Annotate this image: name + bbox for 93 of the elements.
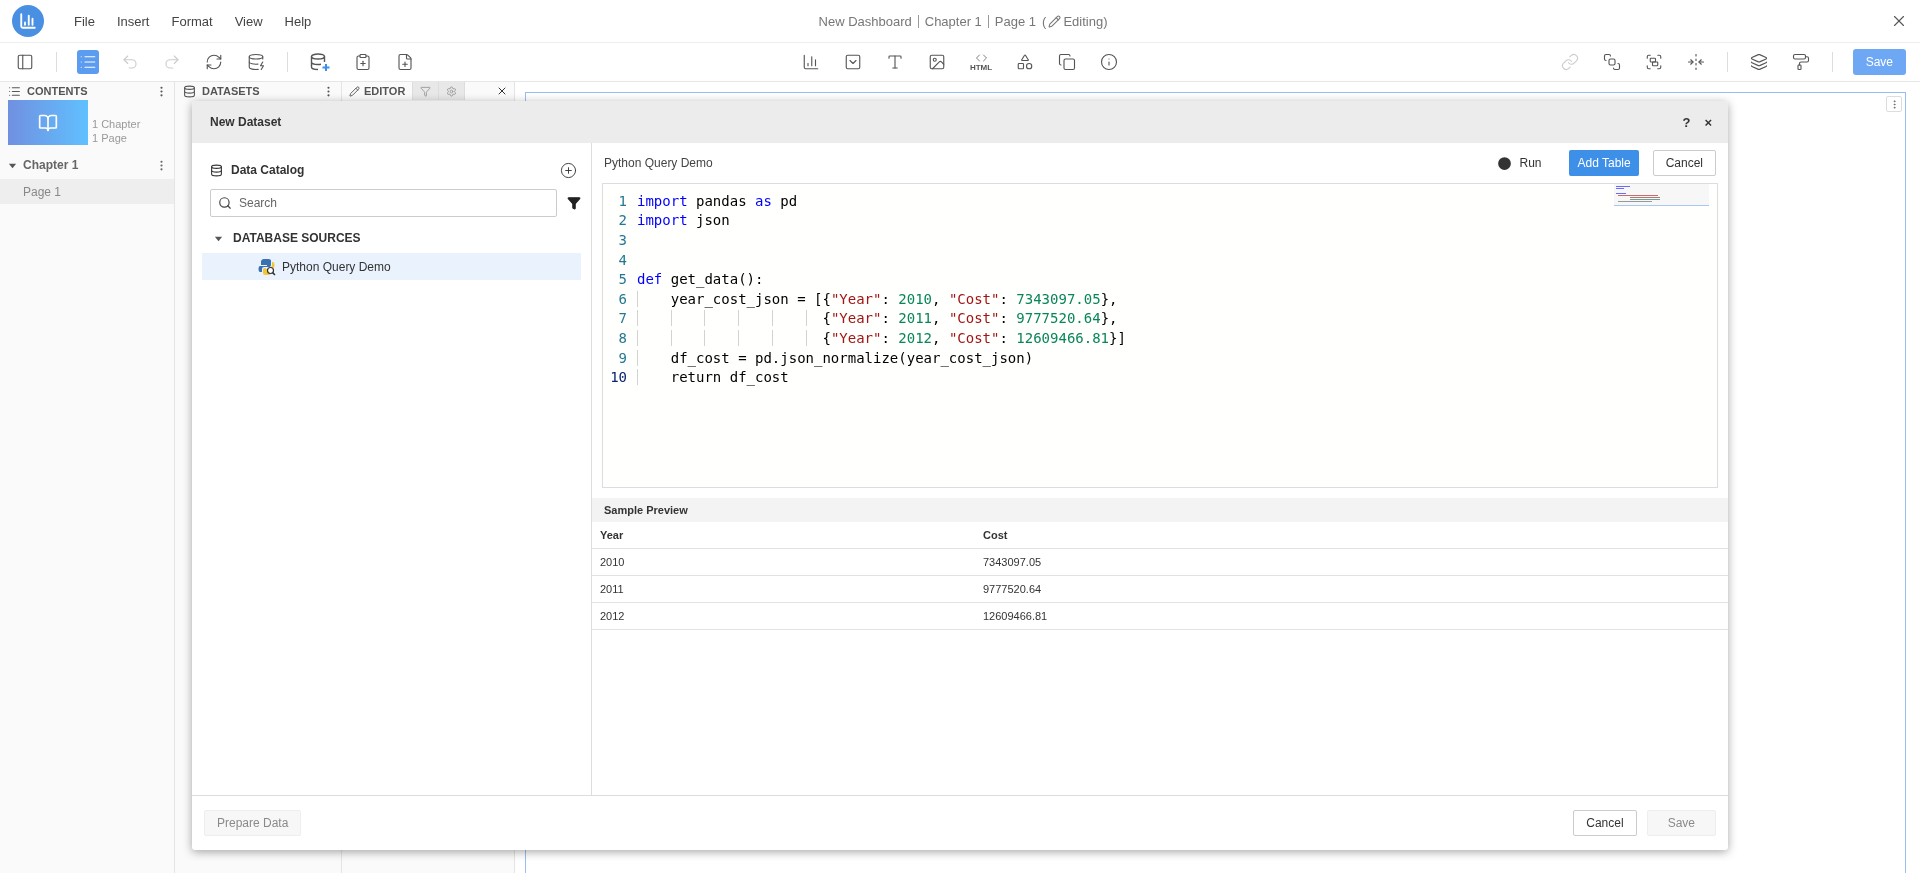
code-line: return df_cost — [637, 369, 789, 386]
bar-chart-icon — [801, 53, 820, 71]
chapter-label[interactable]: Chapter 1 — [23, 158, 79, 172]
column-header: Cost — [982, 529, 1009, 541]
code-line: def get_data(): — [637, 271, 764, 288]
help-button[interactable]: ? — [1682, 114, 1691, 130]
gear-icon — [446, 85, 458, 97]
line-number: 4 — [617, 251, 627, 268]
mode-paren: ( — [1042, 13, 1047, 29]
pencil-icon — [349, 85, 360, 97]
summary-text: 1 Page — [92, 131, 128, 145]
menu-item[interactable]: Format — [171, 13, 213, 29]
line-number: 3 — [617, 232, 627, 248]
text-icon — [885, 53, 904, 71]
panel-title: CONTENTS — [27, 85, 88, 97]
undo-icon — [121, 53, 139, 71]
table-cell-text: 2012 — [599, 610, 626, 622]
run-button[interactable]: Run — [1490, 153, 1548, 173]
page-thumbnail[interactable] — [8, 100, 88, 145]
search-icon — [218, 196, 232, 210]
menu-item[interactable]: View — [234, 13, 263, 29]
code-line: {"Year": 2012, "Cost": 12609466.81}] — [637, 329, 1126, 346]
code-icon — [974, 52, 988, 64]
add-icon[interactable] — [560, 161, 577, 179]
tree-group-label[interactable]: DATABASE SOURCES — [233, 231, 361, 245]
close-button[interactable]: × — [1704, 114, 1712, 130]
play-icon — [1496, 154, 1514, 172]
menu-item[interactable]: Insert — [116, 13, 150, 29]
line-number: 8 — [617, 329, 627, 346]
line-number: 2 — [617, 212, 627, 229]
clipboard-plus-icon — [354, 53, 372, 71]
panel-title: DATASETS — [202, 85, 260, 97]
redo-icon — [163, 53, 181, 71]
fold-horizontal-icon — [1686, 53, 1705, 71]
table-cell-text: 9777520.64 — [982, 583, 1043, 595]
database-plus-icon — [310, 53, 330, 71]
filter-icon[interactable] — [567, 196, 581, 210]
info-icon — [1100, 53, 1119, 71]
shapes-icon — [1016, 53, 1035, 71]
line-number: 5 — [617, 271, 627, 288]
search-field[interactable]: Search — [210, 189, 557, 217]
group-icon — [1644, 53, 1663, 71]
line-number: 9 — [617, 349, 627, 366]
database-plus-button[interactable] — [308, 50, 332, 74]
code-line: import pandas as pd — [637, 192, 798, 209]
document-title: Page 1 — [987, 14, 1043, 28]
image-icon — [927, 53, 946, 71]
table-cell-text: 2011 — [599, 583, 625, 595]
dropdown-icon — [843, 53, 862, 71]
cancel-button[interactable]: Cancel — [1573, 810, 1637, 836]
summary-text: 1 Chapter — [92, 117, 141, 131]
tree-item[interactable]: Python Query Demo — [202, 253, 581, 280]
menu-item[interactable]: File — [74, 13, 95, 29]
list-icon — [8, 84, 21, 98]
filter-icon — [420, 85, 432, 97]
document-title: New Dashboard — [817, 14, 913, 28]
app-logo[interactable] — [12, 5, 44, 37]
document-title: Chapter 1 — [917, 14, 988, 28]
layers-icon — [1749, 53, 1768, 71]
bring-to-front-icon — [1602, 53, 1621, 71]
refresh-icon — [205, 53, 223, 71]
list-icon — [79, 53, 97, 71]
table-cell-text: 2010 — [599, 556, 626, 568]
query-title: Python Query Demo — [604, 156, 714, 170]
line-number: 7 — [617, 310, 627, 327]
preview-title: Sample Preview — [592, 498, 1728, 522]
code-line: {"Year": 2011, "Cost": 9777520.64}, — [637, 310, 1118, 327]
file-plus-icon — [396, 53, 414, 71]
table-cell-text: 12609466.81 — [982, 610, 1049, 622]
copy-icon — [1058, 53, 1077, 71]
catalog-title: Data Catalog — [231, 163, 306, 177]
dialog-title: New Dataset — [210, 115, 283, 129]
mode-label: Editing) — [1063, 13, 1108, 29]
panel-left-icon — [16, 53, 34, 71]
table-cell-text: 7343097.05 — [982, 556, 1043, 568]
code-button[interactable]: HTML — [967, 50, 995, 74]
cancel-button[interactable]: Cancel — [1652, 150, 1716, 176]
link-icon — [1560, 53, 1579, 71]
paint-roller-icon — [1791, 53, 1810, 71]
line-number: 1 — [617, 192, 627, 209]
line-number: 10 — [609, 369, 627, 386]
column-header: Year — [599, 529, 625, 541]
code-line: year_cost_json = [{"Year": 2010, "Cost": 7343097.05}, — [637, 290, 1118, 307]
line-number: 6 — [617, 290, 627, 307]
database-bolt-icon — [247, 53, 265, 71]
code-line: df_cost = pd.json_normalize(year_cost_json) — [637, 349, 1034, 366]
database-icon — [210, 163, 223, 177]
close-icon[interactable] — [496, 85, 508, 97]
pencil-icon — [1048, 14, 1062, 28]
code-line: import json — [637, 212, 730, 229]
database-icon — [183, 84, 196, 98]
menu-item[interactable]: Help — [284, 13, 312, 29]
datasource-icon — [258, 257, 276, 276]
